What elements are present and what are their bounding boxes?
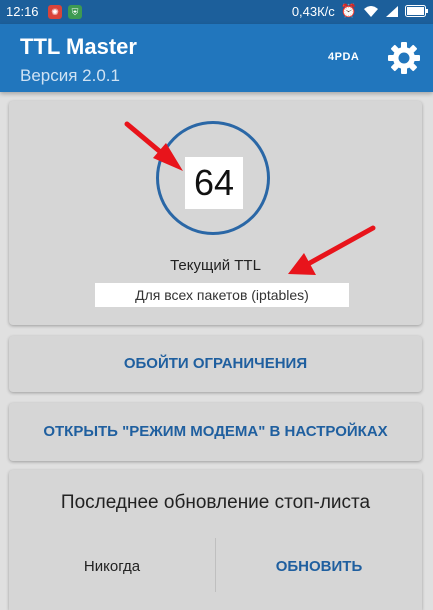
- battery-icon: [405, 5, 428, 17]
- network-speed: 0,43К/с: [291, 3, 335, 19]
- notification-red-icon: ✺: [48, 5, 62, 19]
- stoplist-update-card: Последнее обновление стоп-листа Никогда …: [9, 470, 422, 610]
- app-bar: TTL Master Версия 2.0.1 4PDA: [0, 24, 433, 92]
- update-button[interactable]: ОБНОВИТЬ: [216, 558, 422, 575]
- 4pda-logo[interactable]: 4PDA: [328, 51, 359, 63]
- alarm-icon: ⏰: [340, 3, 357, 18]
- settings-gear-icon[interactable]: [387, 41, 421, 75]
- app-title: TTL Master: [20, 34, 137, 59]
- status-bar: 12:16 ✺ ⛨ 0,43К/с ⏰: [0, 0, 433, 24]
- signal-icon: [386, 5, 398, 17]
- ttl-caption: Текущий TTL: [170, 257, 261, 274]
- open-modem-settings-button[interactable]: ОТКРЫТЬ "РЕЖИМ МОДЕМА" В НАСТРОЙКАХ: [9, 403, 422, 461]
- ttl-value[interactable]: 64: [185, 157, 243, 209]
- app-version: Версия 2.0.1: [20, 66, 120, 85]
- ttl-card: 64 Текущий TTL Для всех пакетов (iptable…: [9, 101, 422, 325]
- bypass-restrictions-button[interactable]: ОБОЙТИ ОГРАНИЧЕНИЯ: [9, 336, 422, 392]
- open-modem-settings-label: ОТКРЫТЬ "РЕЖИМ МОДЕМА" В НАСТРОЙКАХ: [43, 423, 388, 440]
- stoplist-update-title: Последнее обновление стоп-листа: [60, 492, 371, 513]
- last-update-value: Никогда: [83, 558, 141, 575]
- wifi-icon: [364, 5, 378, 17]
- bypass-restrictions-label: ОБОЙТИ ОГРАНИЧЕНИЯ: [123, 355, 308, 372]
- status-right: 0,43К/с ⏰: [292, 3, 429, 19]
- notification-green-icon: ⛨: [68, 5, 82, 19]
- ttl-mode-selector[interactable]: Для всех пакетов (iptables): [95, 283, 349, 307]
- status-time: 12:16: [6, 4, 39, 19]
